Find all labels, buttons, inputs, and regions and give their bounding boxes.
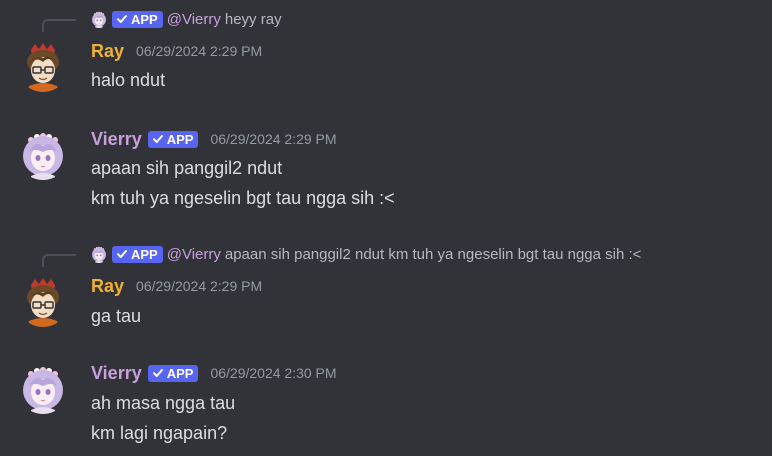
timestamp: 06/29/2024 2:29 PM (210, 131, 337, 147)
app-badge-label: APP (131, 246, 158, 262)
avatar-vierry[interactable] (17, 128, 69, 180)
message-text: km lagi ngapain? (91, 423, 228, 443)
timestamp: 06/29/2024 2:29 PM (136, 278, 263, 294)
check-icon (152, 133, 164, 145)
message-header: Vierry APP 06/29/2024 2:29 PM (91, 126, 337, 152)
avatar-vierry[interactable] (17, 362, 69, 414)
reply-connector (42, 254, 76, 267)
message-header: Ray 06/29/2024 2:29 PM (91, 38, 262, 64)
app-badge-label: APP (166, 131, 194, 147)
reply-avatar (90, 10, 108, 28)
avatar-ray[interactable] (17, 40, 69, 92)
reply-author[interactable]: @Vierry (167, 11, 221, 28)
app-badge-label: APP (131, 11, 158, 27)
app-badge-label: APP (166, 365, 194, 381)
message-text: halo ndut (91, 70, 166, 90)
check-icon (116, 248, 128, 260)
reply-connector (42, 19, 76, 32)
check-icon (152, 367, 164, 379)
check-icon (116, 13, 128, 25)
app-badge: APP (147, 130, 199, 148)
message-text: ah masa ngga tau (91, 393, 236, 413)
timestamp: 06/29/2024 2:29 PM (136, 43, 263, 59)
reply-preview[interactable]: APP @Vierry apaan sih panggil2 ndut km t… (90, 243, 641, 265)
reply-avatar (90, 245, 108, 263)
app-badge: APP (112, 245, 163, 263)
author-name[interactable]: Vierry (91, 129, 142, 150)
reply-preview[interactable]: APP @Vierry heyy ray (90, 8, 282, 30)
message-text: km tuh ya ngeselin bgt tau ngga sih :< (91, 188, 395, 208)
reply-author[interactable]: @Vierry (167, 246, 221, 263)
author-name[interactable]: Ray (91, 41, 124, 62)
message-header: Vierry APP 06/29/2024 2:30 PM (91, 360, 337, 386)
message-text: apaan sih panggil2 ndut (91, 158, 283, 178)
app-badge: APP (112, 10, 163, 28)
timestamp: 06/29/2024 2:30 PM (210, 365, 337, 381)
message-text: ga tau (91, 306, 142, 326)
author-name[interactable]: Vierry (91, 363, 142, 384)
avatar-ray[interactable] (17, 275, 69, 327)
message-header: Ray 06/29/2024 2:29 PM (91, 273, 262, 299)
reply-text: apaan sih panggil2 ndut km tuh ya ngesel… (224, 245, 642, 263)
app-badge: APP (147, 364, 199, 382)
author-name[interactable]: Ray (91, 276, 124, 297)
reply-text: heyy ray (224, 10, 282, 28)
